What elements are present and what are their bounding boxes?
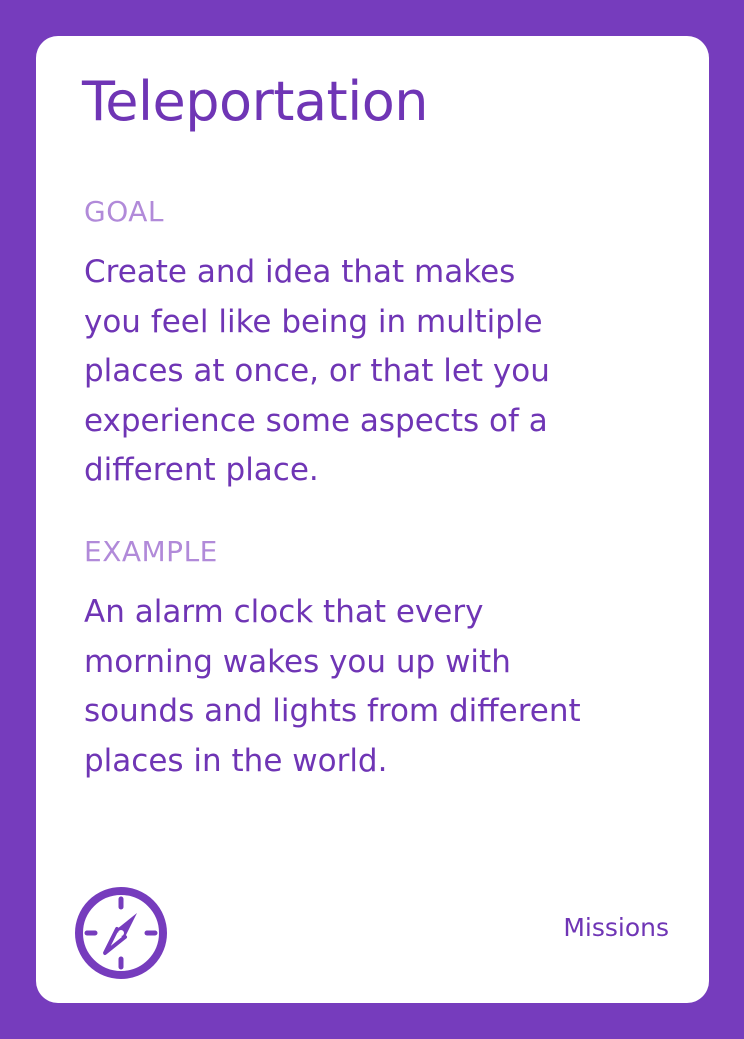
card-title: Teleportation	[82, 70, 428, 133]
goal-text: Create and idea that makes you feel like…	[84, 248, 684, 496]
goal-line: places at once, or that let you	[84, 353, 550, 389]
goal-line: different place.	[84, 452, 319, 488]
mission-card: Teleportation GOAL Create and idea that …	[36, 36, 709, 1003]
goal-label: GOAL	[84, 195, 164, 228]
goal-line: experience some aspects of a	[84, 402, 548, 439]
example-label: EXAMPLE	[84, 535, 218, 568]
goal-line: Create and idea that makes	[84, 254, 516, 290]
example-text: An alarm clock that every morning wakes …	[84, 588, 684, 786]
example-line: morning wakes you up with	[84, 643, 511, 680]
goal-line: you feel like being in multiple	[84, 303, 543, 340]
example-line: places in the world.	[84, 742, 388, 779]
example-line: An alarm clock that every	[84, 594, 484, 630]
category-label: Missions	[563, 913, 669, 942]
example-line: sounds and lights from different	[84, 693, 581, 729]
compass-icon	[75, 887, 167, 979]
